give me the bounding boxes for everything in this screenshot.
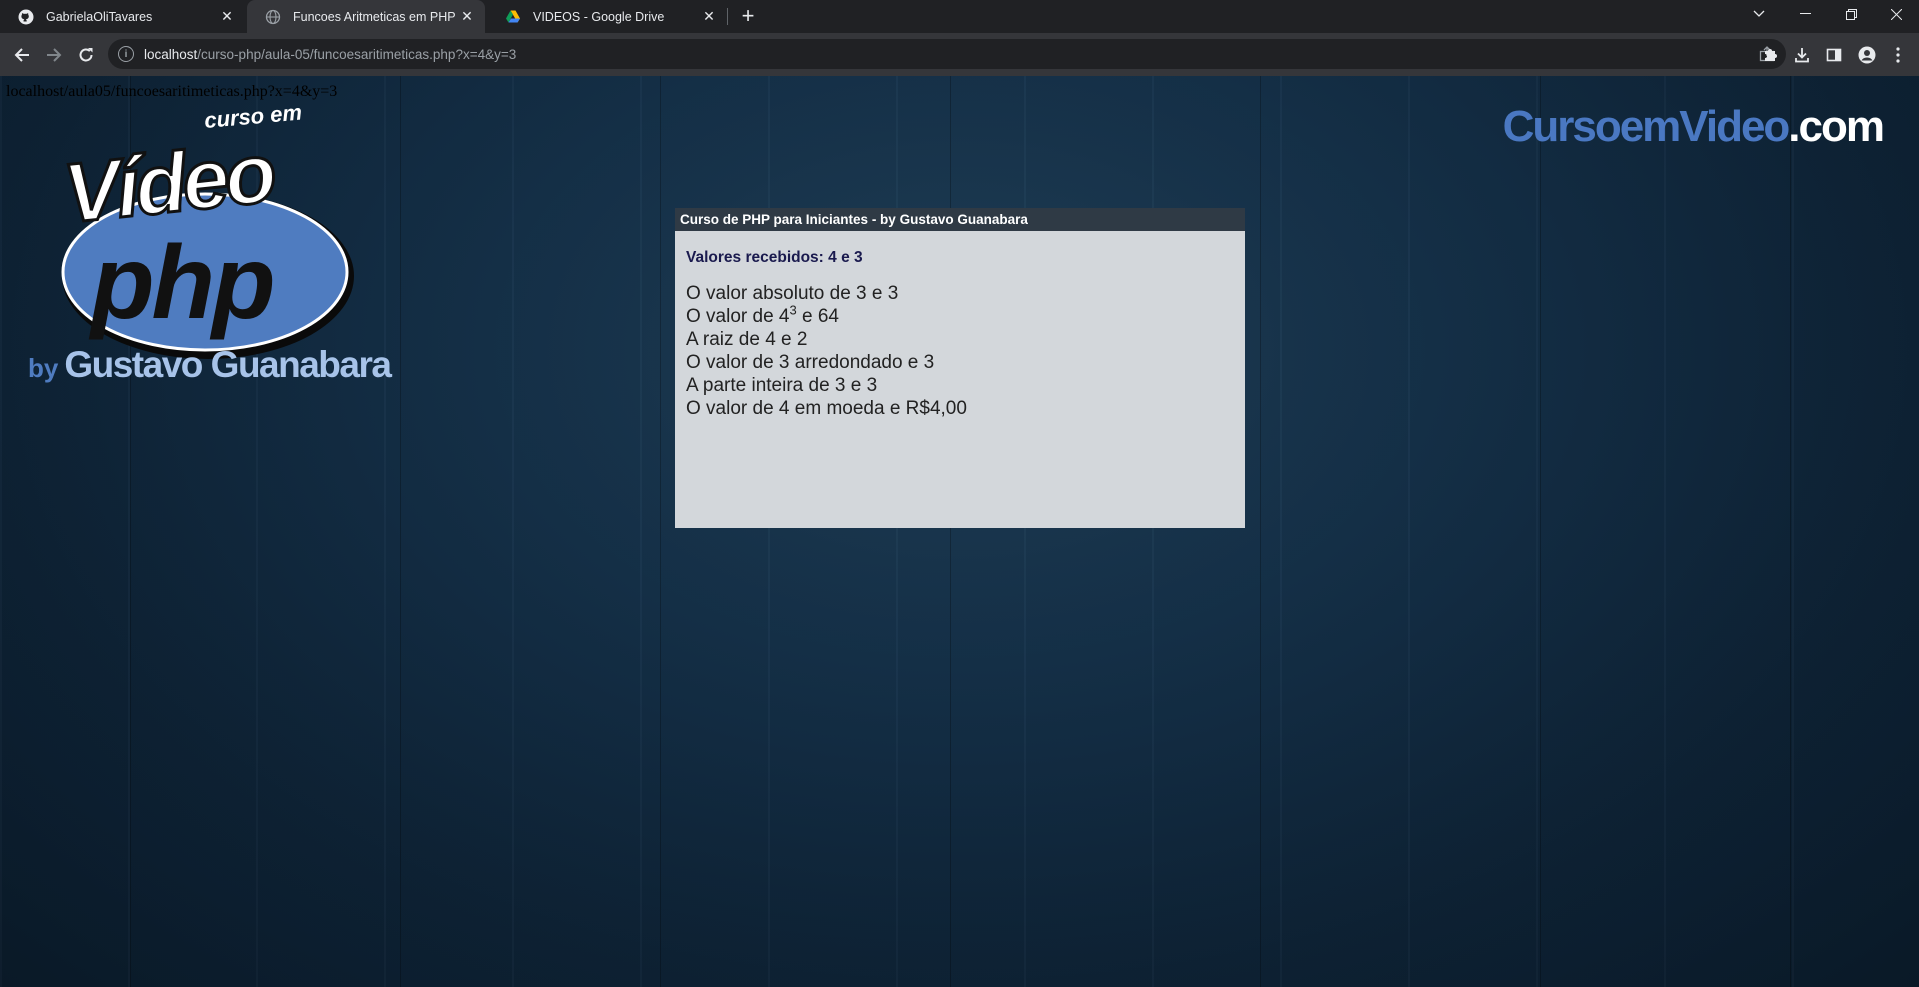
extensions-button[interactable]	[1758, 43, 1782, 67]
side-panel-button[interactable]	[1822, 43, 1846, 67]
wood-plank-line	[1260, 76, 1261, 987]
tab-github[interactable]: GabrielaOliTavares ✕	[0, 0, 245, 33]
tab-strip: GabrielaOliTavares ✕ Funcoes Aritmeticas…	[0, 0, 1919, 33]
download-icon	[1795, 48, 1809, 63]
power-prefix: O valor de 4	[686, 306, 790, 327]
info-icon[interactable]: i	[118, 46, 134, 62]
restore-button[interactable]	[1828, 0, 1874, 28]
result-absolute: O valor absoluto de 3 e 3	[686, 283, 899, 304]
close-icon[interactable]: ✕	[457, 7, 477, 27]
power-suffix: e 64	[796, 306, 839, 327]
brand-domain: .com	[1788, 102, 1885, 151]
byline-by: by	[28, 353, 59, 383]
results-panel: Curso de PHP para Iniciantes - by Gustav…	[675, 208, 1245, 528]
chevron-down-icon	[1753, 10, 1765, 17]
cursoemvideo-brand: CursoemVideo.com	[1502, 102, 1885, 152]
tab-google-drive[interactable]: VIDEOS - Google Drive ✕	[487, 0, 727, 33]
result-power: O valor de 43 e 64	[686, 302, 1245, 328]
downloads-button[interactable]	[1790, 43, 1814, 67]
close-icon	[1890, 8, 1902, 20]
github-icon	[18, 9, 34, 25]
wood-plank-line	[660, 76, 661, 987]
echoed-url-text: localhost/aula05/funcoesaritimeticas.php…	[6, 83, 338, 100]
new-tab-button[interactable]: +	[736, 3, 760, 28]
tab-title: Funcoes Aritmeticas em PHP	[293, 9, 456, 24]
back-button[interactable]	[8, 41, 36, 69]
brand-name: CursoemVideo	[1502, 102, 1791, 151]
close-icon[interactable]: ✕	[217, 7, 237, 27]
restore-icon	[1845, 8, 1857, 20]
tab-title: GabrielaOliTavares	[46, 9, 153, 24]
minimize-button[interactable]	[1782, 0, 1828, 28]
minimize-icon	[1799, 13, 1811, 14]
wood-plank-line	[1790, 76, 1791, 987]
wood-plank-line	[400, 76, 401, 987]
reload-icon	[79, 48, 93, 62]
result-sqrt: A raiz de 4 e 2	[686, 329, 808, 350]
forward-button[interactable]	[40, 41, 68, 69]
kebab-menu-icon	[1896, 47, 1900, 63]
url-text[interactable]: localhost/curso-php/aula-05/funcoesariti…	[144, 47, 516, 62]
author-byline: by Gustavo Guanabara	[28, 344, 392, 386]
result-integer-part: A parte inteira de 3 e 3	[686, 375, 878, 396]
browser-toolbar: i localhost/curso-php/aula-05/funcoesari…	[0, 33, 1919, 76]
logo-php-text: php	[88, 225, 273, 341]
byline-name: Gustavo Guanabara	[64, 344, 392, 385]
side-panel-icon	[1826, 48, 1842, 62]
profile-button[interactable]	[1855, 43, 1879, 67]
power-exponent: 3	[789, 302, 797, 318]
tab-funcoes[interactable]: Funcoes Aritmeticas em PHP ✕	[247, 0, 485, 33]
menu-button[interactable]	[1886, 43, 1910, 67]
globe-icon	[265, 9, 281, 25]
page-content: localhost/aula05/funcoesaritimeticas.php…	[0, 76, 1919, 987]
result-currency: O valor de 4 em moeda e R$4,00	[686, 398, 967, 419]
panel-header: Curso de PHP para Iniciantes - by Gustav…	[675, 208, 1245, 231]
wood-plank-line	[1540, 76, 1541, 987]
google-drive-icon	[505, 9, 521, 25]
puzzle-icon	[1765, 49, 1777, 61]
reload-button[interactable]	[72, 41, 100, 69]
result-round: O valor de 3 arredondado e 3	[686, 352, 935, 373]
received-values: Valores recebidos: 4 e 3	[686, 249, 863, 266]
avatar-icon	[1858, 46, 1876, 64]
close-icon[interactable]: ✕	[699, 7, 719, 27]
close-window-button[interactable]	[1873, 0, 1919, 28]
arrow-left-icon	[14, 48, 29, 62]
tab-search-button[interactable]	[1736, 0, 1782, 28]
tab-title: VIDEOS - Google Drive	[533, 9, 665, 24]
panel-body: Valores recebidos: 4 e 3 O valor absolut…	[675, 231, 1245, 420]
address-bar[interactable]: i localhost/curso-php/aula-05/funcoesari…	[108, 39, 1786, 69]
arrow-right-icon	[47, 48, 62, 62]
tab-separator	[727, 8, 728, 25]
